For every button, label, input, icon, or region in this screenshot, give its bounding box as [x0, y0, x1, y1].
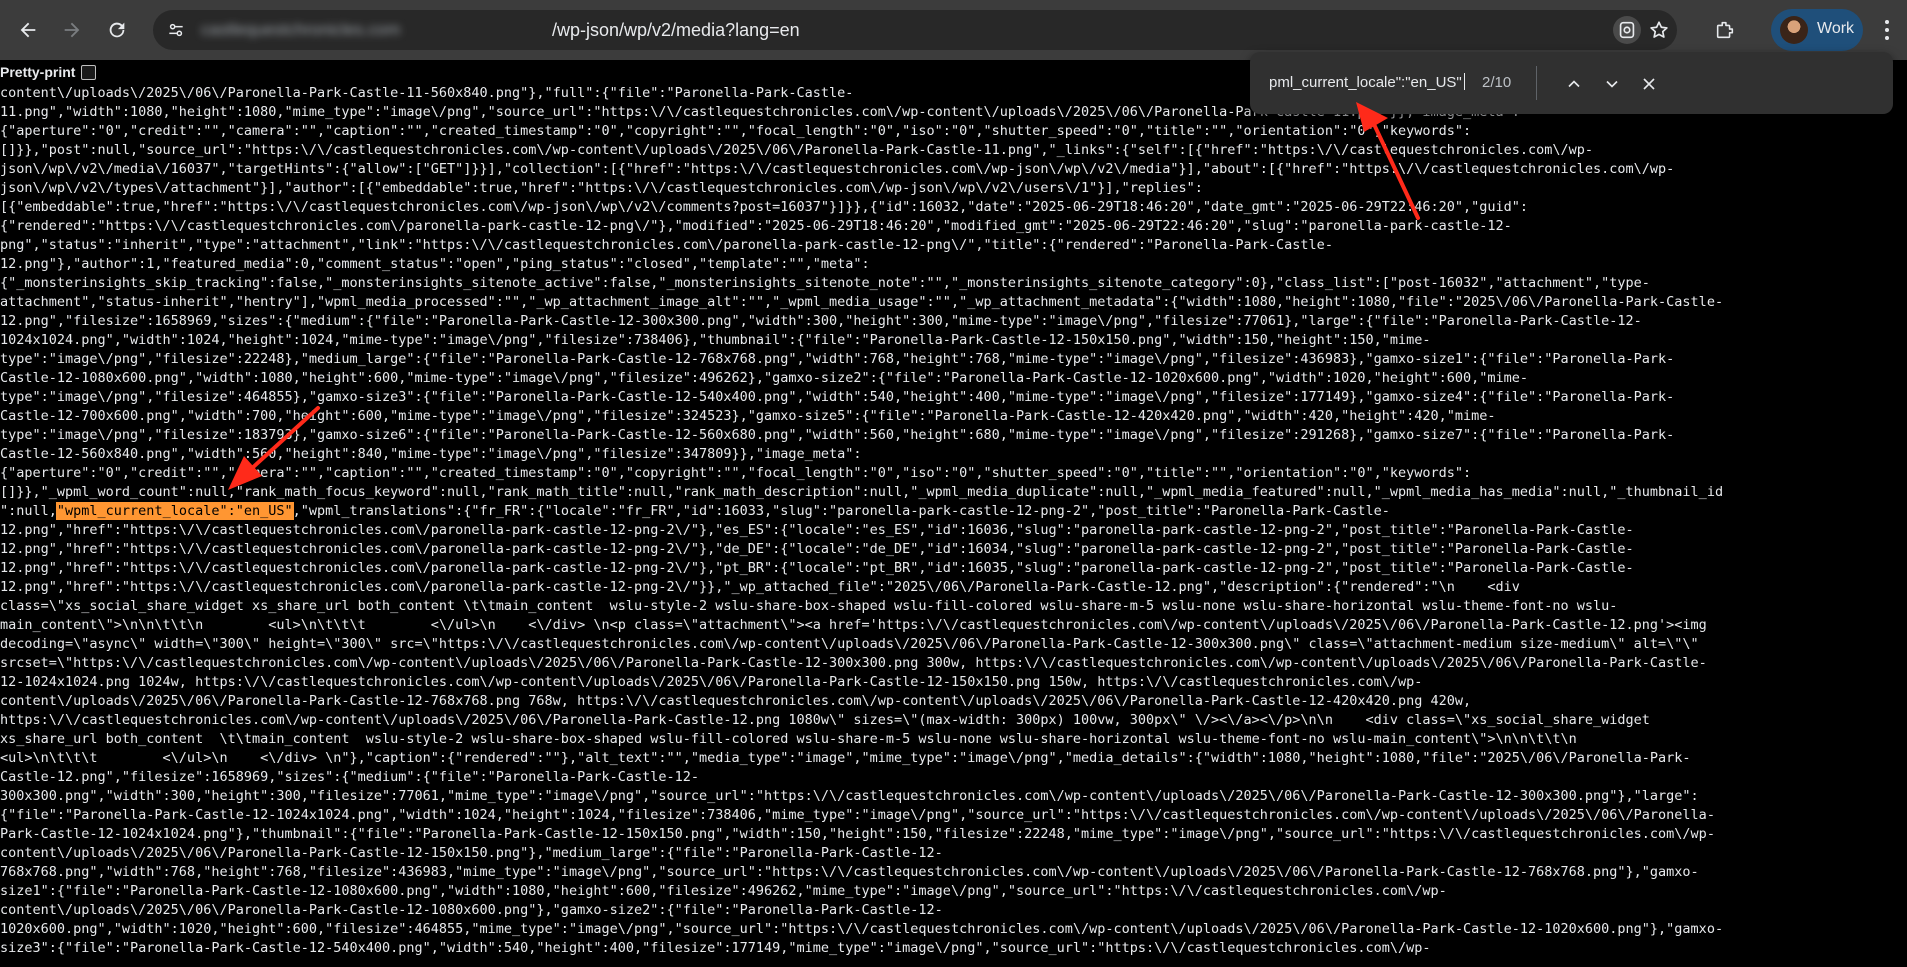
find-input[interactable]: pml_current_locale":"en_US" [1269, 73, 1465, 91]
bookmark-star-button[interactable] [1645, 16, 1673, 44]
url-host: castlequestchronicles.com [201, 20, 401, 39]
json-text-line: Castle-12.png","filesize":1658969,"sizes… [0, 769, 699, 785]
json-text-line: {"rendered":"https:\/\/castlequestchroni… [0, 218, 1512, 234]
json-response-body: content\/uploads\/2025\/06\/Paronella-Pa… [0, 84, 1907, 967]
find-close-button[interactable] [1634, 69, 1664, 99]
extensions-button[interactable] [1705, 10, 1745, 50]
tune-icon [169, 23, 183, 37]
pretty-print-label: Pretty-print [0, 64, 76, 80]
find-next-button[interactable] [1597, 69, 1627, 99]
json-text-line: 12.png","filesize":1658969,"sizes":{"med… [0, 313, 1642, 329]
site-info-button[interactable] [163, 17, 189, 43]
json-text-line: <ul>\n\t\t\t <\/ul>\n <\/div> \n"},"capt… [0, 750, 1691, 766]
extensions-icon [1716, 21, 1734, 39]
json-text-line: decoding=\"async\" width=\"300\" height=… [0, 636, 1699, 652]
json-text-line: content\/uploads\/2025\/06\/Paronella-Pa… [0, 845, 943, 861]
google-lens-icon [1619, 21, 1635, 39]
json-text-line: [{"embeddable":true,"href":"https:\/\/ca… [0, 199, 1529, 215]
json-text-line: class=\"xs_social_share_widget xs_share_… [0, 598, 1618, 614]
find-match-count: 2/10 [1482, 74, 1512, 91]
json-text-line: srcset=\"https:\/\/castlequestchronicles… [0, 655, 1707, 671]
browser-toolbar: castlequestchronicles.com /wp-json/wp/v2… [0, 0, 1907, 60]
pretty-print-toggle[interactable]: Pretty-print [0, 62, 97, 82]
chevron-up-icon [1568, 80, 1580, 88]
pretty-print-checkbox[interactable] [81, 64, 97, 80]
json-text-line: Castle-12-700x600.png","width":700,"heig… [0, 408, 1496, 424]
json-text-line: 12.png","href":"https:\/\/castlequestchr… [0, 579, 1520, 595]
star-icon [1650, 21, 1668, 38]
json-text-line: Park-Castle-12-1024x1024.png"},"thumbnai… [0, 826, 1715, 842]
json-text-line: json\/wp\/v2\/types\/attachment"}],"auth… [0, 180, 1203, 196]
json-text-line: json\/wp\/v2\/media\/16037","targetHints… [0, 161, 1675, 177]
chevron-down-icon [1606, 80, 1618, 88]
json-text-line: 1024x1024.png","width":1024,"height":102… [0, 332, 1431, 348]
json-text-line: https:\/\/castlequestchronicles.com\/wp-… [0, 712, 1650, 728]
json-text-line: 12.png","href":"https:\/\/castlequestchr… [0, 522, 1634, 538]
json-text-line: 768x768.png","width":768,"height":768,"f… [0, 864, 1699, 880]
browser-menu-button[interactable] [1875, 14, 1899, 46]
json-text-line: Castle-12-560x840.png","width":560,"heig… [0, 446, 862, 462]
json-text-line: Castle-12-1080x600.png","width":1080,"he… [0, 370, 1529, 386]
reload-icon [109, 22, 125, 38]
json-text-line: ":null,"wpml_current_locale":"en_US","wp… [0, 502, 1390, 520]
forward-icon [64, 22, 80, 38]
close-icon [1643, 78, 1655, 90]
json-text-line: 1020x600.png","width":1020,"height":600,… [0, 921, 1724, 937]
json-text-line: png","status":"inherit","type":"attachme… [0, 237, 1333, 253]
find-match-highlight: "wpml_current_locale":"en_US" [55, 502, 294, 520]
json-text-line: 12.png","href":"https:\/\/castlequestchr… [0, 541, 1634, 557]
profile-button[interactable]: Work [1771, 9, 1863, 51]
google-lens-button[interactable] [1613, 16, 1641, 44]
json-text-line: size1":{"file":"Paronella-Park-Castle-12… [0, 883, 1447, 899]
json-text-line: {"aperture":"0","credit":"","camera":"",… [0, 123, 1472, 139]
json-text-line: content\/uploads\/2025\/06\/Paronella-Pa… [0, 693, 1472, 709]
avatar [1780, 16, 1808, 44]
forward-button[interactable] [52, 10, 92, 50]
url-path: /wp-json/wp/v2/media?lang=en [552, 20, 800, 40]
back-button[interactable] [8, 10, 48, 50]
find-previous-button[interactable] [1559, 69, 1589, 99]
json-text-line: {"file":"Paronella-Park-Castle-12-1024x1… [0, 807, 1715, 823]
json-text-line: attachment","status-inherit","hentry"],"… [0, 294, 1724, 310]
json-text-line: xs_share_url both_content \t\tmain_conte… [0, 731, 1577, 747]
json-text-line: main_content\">\n\n\t\t\n <ul>\n\t\t\t <… [0, 617, 1707, 633]
json-text-line: 12.png","href":"https:\/\/castlequestchr… [0, 560, 1634, 576]
json-text-line: {"aperture":"0","credit":"","camera":"",… [0, 465, 1472, 481]
json-text-line: size3":{"file":"Paronella-Park-Castle-12… [0, 940, 1431, 956]
json-text-line: 300x300.png","width":300,"height":300,"f… [0, 788, 1699, 804]
json-text-line: 12.png"},"author":1,"featured_media":0,"… [0, 256, 870, 272]
json-text-line: type":"image\/png","filesize":22248},"me… [0, 351, 1675, 367]
back-icon [20, 22, 36, 38]
reload-button[interactable] [97, 10, 137, 50]
json-text-line: []}},"post":null,"source_url":"https:\/\… [0, 142, 1594, 158]
json-text-line: {"_monsterinsights_skip_tracking":false,… [0, 275, 1650, 291]
address-bar[interactable]: castlequestchronicles.com /wp-json/wp/v2… [153, 10, 1677, 50]
kebab-menu-icon [1885, 20, 1889, 24]
json-text-line: []}},"_wpml_word_count":null,"rank_math_… [0, 484, 1724, 500]
find-divider [1536, 66, 1537, 100]
json-text-line: type":"image\/png","filesize":183793},"g… [0, 427, 1675, 443]
profile-name: Work [1817, 20, 1855, 37]
json-text-line: content\/uploads\/2025\/06\/Paronella-Pa… [0, 902, 943, 918]
find-bar: pml_current_locale":"en_US" 2/10 [1250, 52, 1893, 114]
json-text-line: 12-1024x1024.png 1024w, https:\/\/castle… [0, 674, 1423, 690]
json-text-line: type":"image\/png","filesize":464855},"g… [0, 389, 1675, 405]
